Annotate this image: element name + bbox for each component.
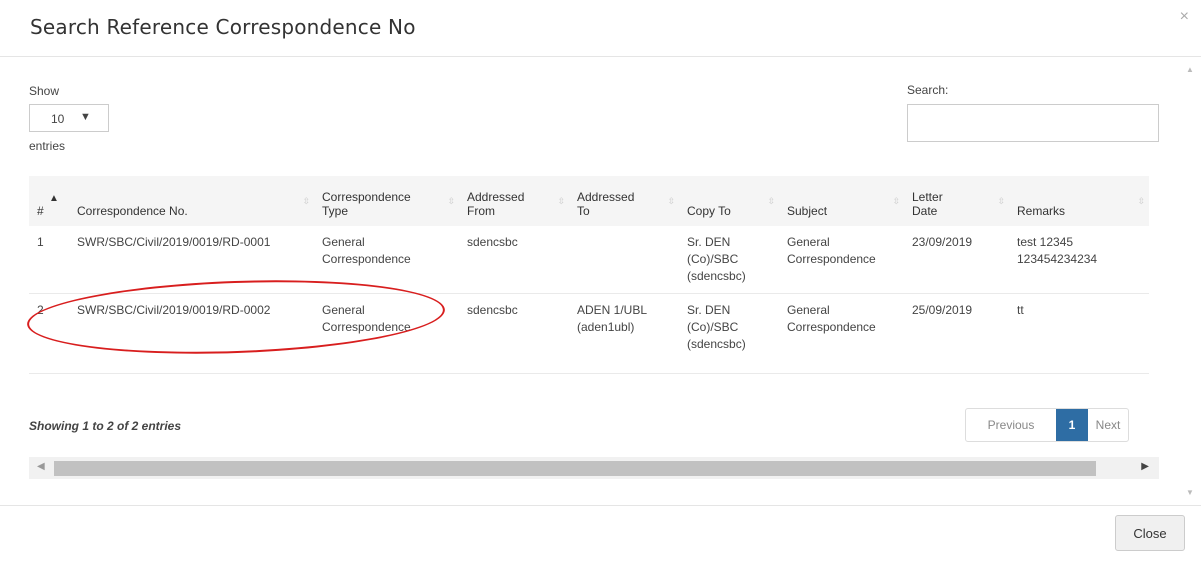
sort-asc-icon: ▲	[49, 193, 59, 204]
cell-copy-to: Sr. DEN (Co)/SBC (sdencsbc)	[679, 293, 779, 374]
scroll-right-icon[interactable]: ▶	[1141, 461, 1149, 472]
col-header-correspondence-no[interactable]: Correspondence No. ⇳	[69, 176, 314, 226]
scroll-left-icon[interactable]: ◀	[37, 461, 45, 472]
entries-select[interactable]: 10 ▼	[29, 104, 109, 132]
sort-icon: ⇳	[447, 196, 455, 206]
cell-addressed-to	[569, 226, 679, 294]
cell-addressed-from: sdencsbc	[459, 226, 569, 294]
cell-correspondence-no[interactable]: SWR/SBC/Civil/2019/0019/RD-0001	[69, 226, 314, 294]
modal-body: Show 10 ▼ entries Search: # ▲ Corresponde…	[0, 57, 1201, 506]
col-header-correspondence-type[interactable]: Correspondence Type ⇳	[314, 176, 459, 226]
col-header-addressed-to[interactable]: Addressed To ⇳	[569, 176, 679, 226]
search-control: Search:	[907, 83, 1159, 142]
cell-subject: General Correspondence	[779, 293, 904, 374]
entries-select-value: 10	[51, 112, 65, 126]
scroll-up-icon[interactable]: ▲	[1186, 65, 1194, 74]
cell-subject: General Correspondence	[779, 226, 904, 294]
horizontal-scrollbar[interactable]: ◀ ▶	[29, 457, 1159, 479]
col-header-copy-to[interactable]: Copy To ⇳	[679, 176, 779, 226]
dropdown-caret-icon: ▼	[80, 111, 91, 123]
cell-addressed-from: sdencsbc	[459, 293, 569, 374]
entries-length-control: Show 10 ▼ entries	[29, 84, 109, 153]
correspondence-table: # ▲ Correspondence No. ⇳ Correspondence Ty…	[29, 176, 1149, 374]
cell-letter-date: 23/09/2019	[904, 226, 1009, 294]
scroll-down-icon[interactable]: ▼	[1186, 488, 1194, 497]
cell-number: 1	[29, 226, 69, 294]
cell-correspondence-type: General Correspondence	[314, 226, 459, 294]
pagination: Previous 1 Next	[965, 408, 1129, 442]
show-label: Show	[29, 84, 60, 98]
sort-icon: ⇳	[767, 196, 775, 206]
cell-remarks: test 12345 123454234234	[1009, 226, 1149, 294]
sort-icon: ⇳	[997, 196, 1005, 206]
cell-correspondence-no[interactable]: SWR/SBC/Civil/2019/0019/RD-0002	[69, 293, 314, 374]
sort-icon: ⇳	[557, 196, 565, 206]
table-header-row: # ▲ Correspondence No. ⇳ Correspondence Ty…	[29, 176, 1149, 226]
modal-header: Search Reference Correspondence No ×	[0, 0, 1201, 57]
table-row[interactable]: 2 SWR/SBC/Civil/2019/0019/RD-0002 Genera…	[29, 293, 1149, 374]
vertical-scrollbar[interactable]: ▲ ▼	[1183, 57, 1201, 505]
cell-number: 2	[29, 293, 69, 374]
previous-page-button[interactable]: Previous	[966, 409, 1056, 441]
cell-remarks: tt	[1009, 293, 1149, 374]
table-info: Showing 1 to 2 of 2 entries	[29, 419, 182, 433]
sort-icon: ⇳	[667, 196, 675, 206]
search-input[interactable]	[907, 104, 1159, 142]
page-1-button[interactable]: 1	[1056, 409, 1088, 441]
next-page-button[interactable]: Next	[1088, 409, 1128, 441]
scrollbar-thumb[interactable]	[54, 461, 1096, 476]
col-header-number[interactable]: # ▲	[29, 176, 69, 226]
close-button[interactable]: Close	[1115, 515, 1185, 551]
sort-icon: ⇳	[302, 196, 310, 206]
search-label: Search:	[907, 83, 949, 97]
sort-icon: ⇳	[892, 196, 900, 206]
sort-icon: ⇳	[1137, 196, 1145, 206]
table-row[interactable]: 1 SWR/SBC/Civil/2019/0019/RD-0001 Genera…	[29, 226, 1149, 294]
cell-letter-date: 25/09/2019	[904, 293, 1009, 374]
col-header-letter-date[interactable]: Letter Date ⇳	[904, 176, 1009, 226]
cell-addressed-to: ADEN 1/UBL (aden1ubl)	[569, 293, 679, 374]
col-header-addressed-from[interactable]: Addressed From ⇳	[459, 176, 569, 226]
entries-label: entries	[29, 139, 66, 153]
cell-copy-to: Sr. DEN (Co)/SBC (sdencsbc)	[679, 226, 779, 294]
col-header-subject[interactable]: Subject ⇳	[779, 176, 904, 226]
modal-title: Search Reference Correspondence No	[30, 15, 416, 39]
cell-correspondence-type: General Correspondence	[314, 293, 459, 374]
close-icon[interactable]: ×	[1180, 8, 1189, 26]
col-header-remarks[interactable]: Remarks ⇳	[1009, 176, 1149, 226]
